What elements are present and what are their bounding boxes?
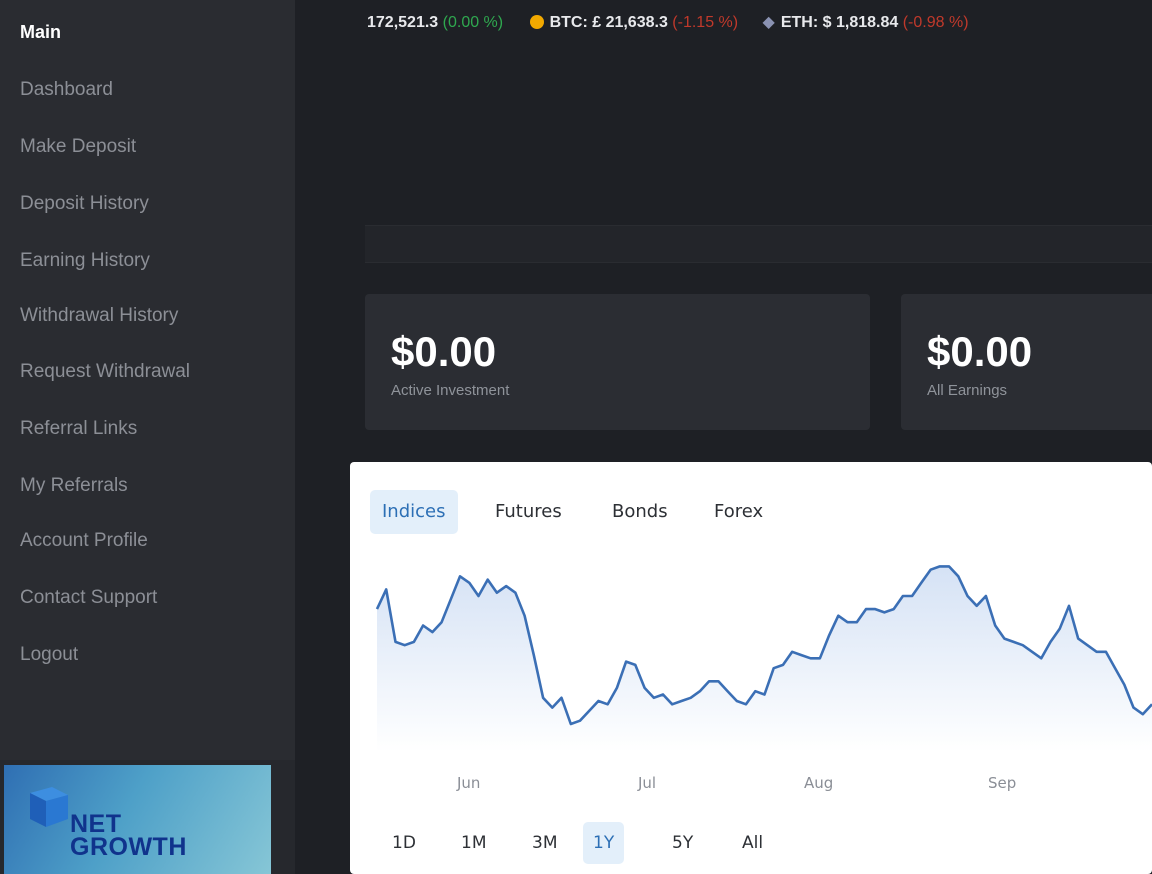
sidebar-item-earning-history[interactable]: Earning History xyxy=(20,250,150,272)
tab-bonds[interactable]: Bonds xyxy=(600,490,680,534)
tab-indices[interactable]: Indices xyxy=(370,490,458,534)
stat-card-active-investment: $0.00 Active Investment xyxy=(365,294,870,430)
tab-forex[interactable]: Forex xyxy=(702,490,775,534)
chart-area-fill xyxy=(377,566,1152,752)
btc-price: BTC: £ 21,638.3 xyxy=(549,14,668,31)
stat-label: All Earnings xyxy=(927,382,1008,399)
range-3m-button[interactable]: 3M xyxy=(522,822,567,864)
sidebar-item-referral-links[interactable]: Referral Links xyxy=(20,418,137,440)
price-ticker: 172,521.3 (0.00 %) BTC: £ 21,638.3 (-1.1… xyxy=(367,12,969,32)
range-1d-button[interactable]: 1D xyxy=(382,822,426,864)
ethereum-icon: ◆ xyxy=(762,14,775,31)
sidebar-item-account-profile[interactable]: Account Profile xyxy=(20,530,148,552)
stat-label: Active Investment xyxy=(391,382,510,399)
x-tick-label: Jun xyxy=(457,774,481,792)
sidebar-item-main[interactable]: Main xyxy=(20,22,61,43)
section-divider xyxy=(365,225,1152,263)
sidebar-item-deposit-history[interactable]: Deposit History xyxy=(20,193,149,215)
sidebar-item-contact-support[interactable]: Contact Support xyxy=(20,587,157,609)
x-tick-label: Aug xyxy=(804,774,834,792)
eth-price: ETH: $ 1,818.84 xyxy=(780,14,899,31)
range-1m-button[interactable]: 1M xyxy=(451,822,496,864)
logo-line-2: GROWTH xyxy=(70,833,187,861)
bitcoin-icon xyxy=(529,15,544,29)
range-all-button[interactable]: All xyxy=(732,822,773,864)
sidebar-item-withdrawal-history[interactable]: Withdrawal History xyxy=(20,305,178,327)
sidebar-item-request-withdrawal[interactable]: Request Withdrawal xyxy=(20,361,190,383)
x-tick-label: Jul xyxy=(638,774,657,792)
stat-value: $0.00 xyxy=(927,328,1033,375)
stat-card-all-earnings: $0.00 All Earnings xyxy=(901,294,1152,430)
index-change: (0.00 %) xyxy=(442,14,504,31)
eth-change: (-0.98 %) xyxy=(902,14,969,31)
tab-futures[interactable]: Futures xyxy=(483,490,574,534)
market-overview-widget: Indices Futures Bonds Forex Jun Jul Aug … xyxy=(350,462,1152,874)
sidebar-item-dashboard[interactable]: Dashboard xyxy=(20,79,113,101)
index-value: 172,521.3 xyxy=(367,14,439,31)
brand-logo-text: NET GROWTH xyxy=(70,812,187,861)
sidebar-item-my-referrals[interactable]: My Referrals xyxy=(20,475,128,497)
range-5y-button[interactable]: 5Y xyxy=(662,822,703,864)
brand-logo[interactable]: NET GROWTH xyxy=(4,765,271,874)
market-chart[interactable] xyxy=(350,542,1152,762)
stat-value: $0.00 xyxy=(391,328,497,375)
cube-icon xyxy=(30,787,68,827)
sidebar: Main Dashboard Make Deposit Deposit Hist… xyxy=(0,0,295,874)
range-1y-button[interactable]: 1Y xyxy=(583,822,625,864)
sidebar-item-logout[interactable]: Logout xyxy=(20,644,78,666)
sidebar-item-make-deposit[interactable]: Make Deposit xyxy=(20,136,136,158)
x-tick-label: Sep xyxy=(988,774,1017,792)
btc-change: (-1.15 %) xyxy=(672,14,739,31)
